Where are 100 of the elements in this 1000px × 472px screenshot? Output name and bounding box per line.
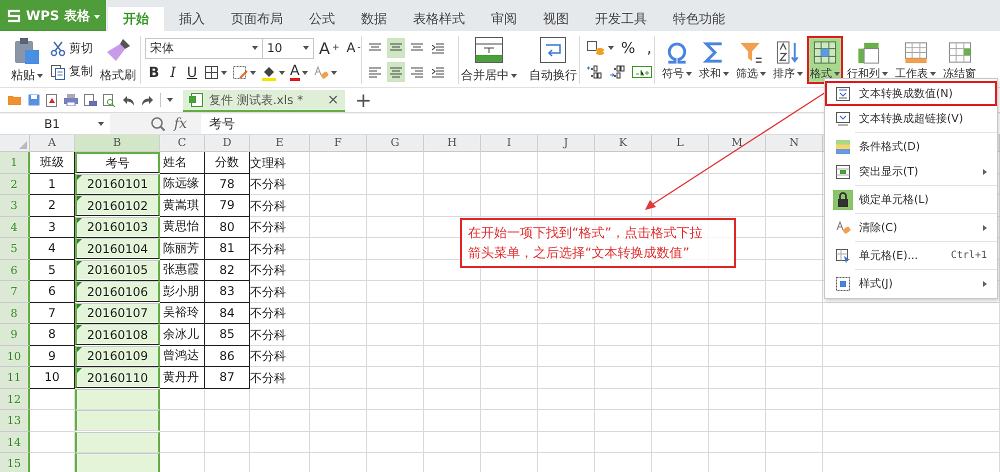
- column-header[interactable]: B: [75, 135, 160, 152]
- table-cell: 84: [205, 302, 250, 324]
- column-header[interactable]: J: [538, 135, 595, 152]
- ribbon-tab[interactable]: 表格样式: [400, 7, 478, 31]
- paste-button[interactable]: 粘贴: [8, 35, 46, 85]
- ribbon-tab[interactable]: 页面布局: [218, 7, 296, 31]
- ribbon-tab[interactable]: 插入: [166, 7, 218, 31]
- menu-item[interactable]: 文本转换成数值(N): [825, 81, 997, 106]
- table-cell: 20160107: [75, 302, 160, 324]
- table-cell: 81: [205, 238, 250, 260]
- ribbon-tab[interactable]: 特色功能: [660, 7, 738, 31]
- new-tab-button[interactable]: +: [355, 90, 372, 110]
- table-cell: 85: [205, 324, 250, 346]
- table-cell: 文理科: [250, 152, 310, 174]
- table-cell: 陈远缘: [160, 174, 205, 195]
- table-cell: 不分科: [250, 216, 310, 238]
- table-cell: 80: [205, 216, 250, 238]
- function-button[interactable]: fx: [174, 116, 188, 132]
- column-header[interactable]: I: [481, 135, 538, 152]
- table-cell: 陈丽芳: [160, 238, 205, 260]
- shrink-font-button[interactable]: A$^{-}$: [344, 38, 363, 58]
- copy-button[interactable]: 复制: [50, 63, 93, 80]
- table-cell: 不分科: [250, 324, 310, 346]
- ribbon-tab[interactable]: 开始: [108, 7, 164, 31]
- ribbon-tool-button[interactable]: 格式: [807, 36, 843, 84]
- table-cell: 86: [205, 346, 250, 367]
- table-cell: 78: [205, 174, 250, 195]
- table-cell: 不分科: [250, 346, 310, 367]
- table-cell: 20160102: [75, 195, 160, 216]
- table-cell: 20160104: [75, 238, 160, 259]
- ribbon-tool-button[interactable]: 行和列: [844, 36, 891, 84]
- ribbon-tab[interactable]: 开发工具: [582, 7, 660, 31]
- ribbon-tab[interactable]: 数据: [348, 7, 400, 31]
- menu-item[interactable]: 样式(J): [825, 271, 997, 296]
- menu-item[interactable]: 锁定单元格(L): [825, 187, 997, 212]
- table-cell: 余冰儿: [160, 324, 205, 346]
- row-header[interactable]: 3: [0, 195, 30, 216]
- column-header[interactable]: E: [250, 135, 310, 152]
- table-cell: 79: [205, 195, 250, 216]
- shortcut-label: Ctrl+1: [950, 250, 987, 261]
- font-color-button[interactable]: A: [288, 62, 310, 82]
- table-cell: 姓名: [160, 152, 205, 174]
- table-cell: 不分科: [250, 195, 310, 216]
- table-cell: 87: [205, 367, 250, 388]
- table-cell: 张惠霞: [160, 260, 205, 281]
- table-cell: 分数: [205, 152, 250, 174]
- column-header[interactable]: M: [709, 135, 766, 152]
- grow-font-button[interactable]: A$^{+}$: [317, 38, 342, 58]
- merge-center-button[interactable]: 合并居中: [458, 35, 520, 85]
- table-cell: 考号: [75, 152, 160, 173]
- document-tab[interactable]: 复件 测试表.xls * ×: [183, 90, 345, 112]
- menu-item[interactable]: 突出显示(T): [825, 159, 997, 184]
- percent-button[interactable]: %: [619, 38, 638, 58]
- comma-button[interactable]: ,: [640, 38, 658, 58]
- table-cell: 20160105: [75, 260, 160, 280]
- ribbon-tab[interactable]: 审阅: [478, 7, 530, 31]
- table-cell: 20160101: [75, 174, 160, 194]
- column-header[interactable]: L: [652, 135, 709, 152]
- table-cell: 不分科: [250, 238, 310, 260]
- column-header[interactable]: C: [160, 135, 205, 152]
- ribbon-tool-button[interactable]: 排序: [770, 36, 806, 84]
- ribbon-tool-button[interactable]: 求和: [696, 36, 732, 84]
- ribbon-tab[interactable]: 公式: [296, 7, 348, 31]
- table-cell: 不分科: [250, 174, 310, 195]
- menu-item[interactable]: 单元格(E)... Ctrl+1: [825, 243, 997, 268]
- table-cell: 20160108: [75, 324, 160, 345]
- column-header[interactable]: D: [205, 135, 250, 152]
- column-header[interactable]: A: [30, 135, 75, 152]
- table-cell: 20160110: [75, 367, 160, 388]
- cut-button[interactable]: 剪切: [50, 40, 93, 57]
- close-tab-button[interactable]: ×: [327, 92, 339, 108]
- table-cell: 20160103: [75, 216, 160, 238]
- format-painter-button[interactable]: 格式刷: [97, 35, 139, 85]
- menu-item[interactable]: 条件格式(D): [825, 134, 997, 159]
- italic-button[interactable]: I: [164, 62, 182, 82]
- table-cell: 黄丹丹: [160, 367, 205, 388]
- table-cell: 不分科: [250, 260, 310, 281]
- column-header[interactable]: F: [310, 135, 367, 152]
- column-header[interactable]: H: [424, 135, 481, 152]
- wrap-text-button[interactable]: 自动换行: [526, 35, 580, 85]
- table-cell: 82: [205, 260, 250, 281]
- table-cell: 83: [205, 281, 250, 302]
- font-size-select[interactable]: 10: [262, 38, 314, 58]
- ribbon-tool-button[interactable]: 筛选: [733, 36, 769, 84]
- bold-button[interactable]: B: [145, 62, 163, 82]
- table-cell: 彭小朋: [160, 281, 205, 302]
- table-cell: 黄思怡: [160, 216, 205, 238]
- column-header[interactable]: K: [595, 135, 652, 152]
- table-cell: 不分科: [250, 367, 310, 388]
- font-family-select[interactable]: 宋体: [145, 38, 263, 58]
- ribbon-tool-button[interactable]: 符号: [659, 36, 695, 84]
- table-cell: 吴裕玲: [160, 302, 205, 324]
- column-header[interactable]: N: [766, 135, 823, 152]
- ribbon-tab[interactable]: 视图: [530, 7, 582, 31]
- table-cell: 曾鸿达: [160, 346, 205, 367]
- name-box[interactable]: B1: [0, 114, 110, 134]
- menu-item[interactable]: 清除(C): [825, 215, 997, 240]
- underline-button[interactable]: U: [183, 62, 201, 82]
- table-cell: 20160106: [75, 281, 160, 302]
- column-header[interactable]: G: [367, 135, 424, 152]
